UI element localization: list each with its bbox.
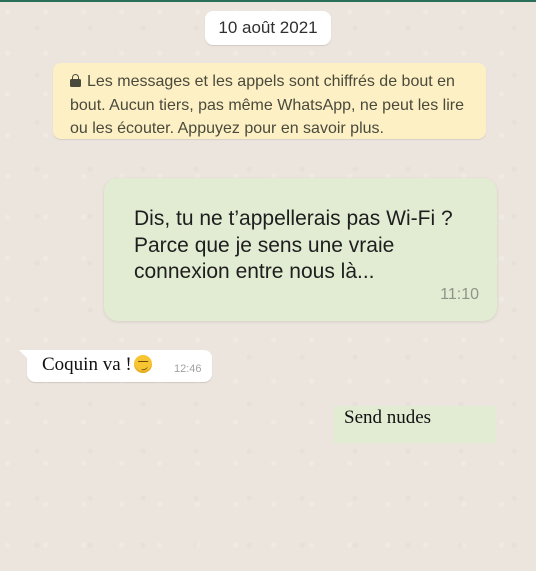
encryption-notice-text: Les messages et les appels sont chiffrés… [70, 73, 464, 137]
date-separator: 10 août 2021 [205, 11, 331, 45]
message-text: Coquin va ! [42, 354, 132, 375]
message-text: Dis, tu ne t’appellerais pas Wi-Fi ? Par… [134, 207, 453, 283]
date-label: 10 août 2021 [218, 18, 318, 37]
bubble-tail [19, 350, 29, 360]
encryption-notice[interactable]: Les messages et les appels sont chiffrés… [53, 63, 486, 139]
message-time: 12:46 [174, 363, 202, 375]
message-text: Send nudes [344, 407, 432, 428]
outgoing-message[interactable]: Send nudes [334, 406, 496, 443]
outgoing-message[interactable]: Dis, tu ne t’appellerais pas Wi-Fi ? Par… [104, 178, 497, 321]
smirking-face-icon [133, 355, 152, 373]
lock-icon [70, 74, 81, 87]
message-text-wrap: Coquin va ! [42, 354, 152, 376]
incoming-message[interactable]: Coquin va ! 12:46 [19, 350, 212, 382]
top-divider [0, 0, 536, 2]
message-time: 11:10 [440, 286, 479, 303]
